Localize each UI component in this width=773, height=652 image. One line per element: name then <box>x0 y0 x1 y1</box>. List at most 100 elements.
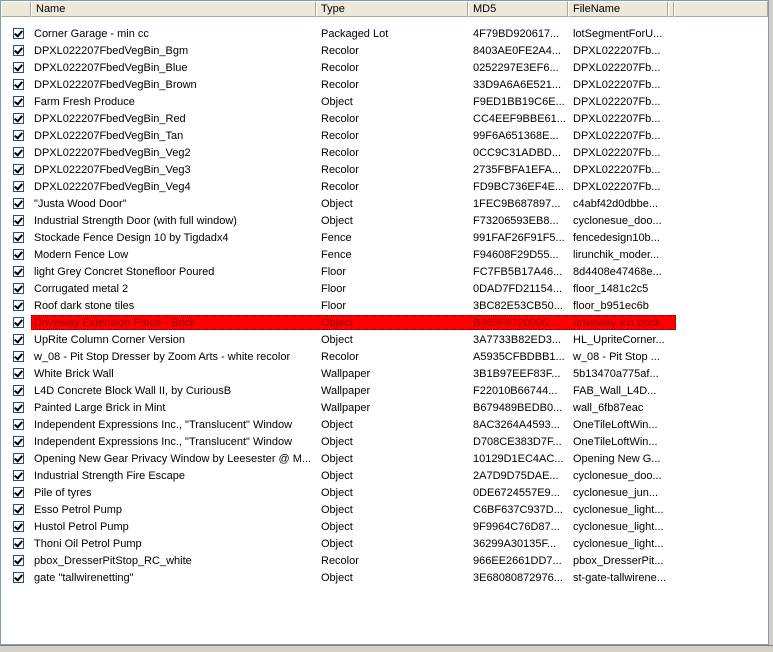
row-md5-cell: 0CC9C31ADBD... <box>473 146 562 159</box>
column-header-check[interactable] <box>1 1 31 17</box>
row-checkbox[interactable] <box>13 368 24 379</box>
row-type-cell: Object <box>321 435 353 448</box>
list-row[interactable]: DPXL022207FbedVegBin_Tan Recolor 99F6A6513… <box>1 127 768 144</box>
row-checkbox[interactable] <box>13 232 24 243</box>
row-checkbox[interactable] <box>13 555 24 566</box>
list-row[interactable]: DPXL022207FbedVegBin_Veg2 Recolor 0CC9C31A… <box>1 144 768 161</box>
list-row[interactable]: Esso Petrol Pump Object C6BF637C937D... cyc… <box>1 501 768 518</box>
list-row[interactable]: DPXL022207FbedVegBin_Red Recolor CC4EEF9BB… <box>1 110 768 127</box>
row-checkbox[interactable] <box>13 300 24 311</box>
row-filename-cell: cyclonesue_light... <box>573 520 664 533</box>
row-md5-cell: CC4EEF9BBE61... <box>473 112 566 125</box>
list-row[interactable]: "Justa Wood Door" Object 1FEC9B687897... c4… <box>1 195 768 212</box>
column-header-type[interactable]: Type <box>316 1 468 17</box>
row-checkbox[interactable] <box>13 62 24 73</box>
list-row[interactable]: DPXL022207FbedVegBin_Veg4 Recolor FD9BC736… <box>1 178 768 195</box>
list-row[interactable]: Thoni Oil Petrol Pump Object 36299A30135F.… <box>1 535 768 552</box>
row-name-cell: Pile of tyres <box>34 486 92 499</box>
row-type-cell: Wallpaper <box>321 401 371 414</box>
package-list-view[interactable]: Name Type MD5 FileName Corner Garage - m… <box>0 0 769 645</box>
row-checkbox[interactable] <box>13 436 24 447</box>
row-checkbox[interactable] <box>13 521 24 532</box>
row-name-cell: Roof dark stone tiles <box>34 299 135 312</box>
column-header-name[interactable]: Name <box>31 1 316 17</box>
list-row[interactable]: DPXL022207FbedVegBin_Veg3 Recolor 2735FBFA… <box>1 161 768 178</box>
list-rows: Corner Garage - min cc Packaged Lot 4F79BD… <box>1 25 768 586</box>
list-row[interactable]: Stockade Fence Design 10 by Tigdadx4 Fenc… <box>1 229 768 246</box>
list-row[interactable]: Industrial Strength Door (with full wind… <box>1 212 768 229</box>
row-md5-cell: FD9BC736EF4E... <box>473 180 565 193</box>
list-row[interactable]: light Grey Concret Stonefloor Poured Floo… <box>1 263 768 280</box>
list-row[interactable]: DPXL022207FbedVegBin_Bgm Recolor 8403AE0FE… <box>1 42 768 59</box>
row-md5-cell: C6BF637C937D... <box>473 503 563 516</box>
row-checkbox[interactable] <box>13 487 24 498</box>
row-checkbox[interactable] <box>13 215 24 226</box>
row-filename-cell: OneTileLoftWin... <box>573 418 658 431</box>
row-md5-cell: F22010B66744... <box>473 384 558 397</box>
row-checkbox[interactable] <box>13 334 24 345</box>
list-row[interactable]: DPXL022207FbedVegBin_Brown Recolor 33D9A6A… <box>1 76 768 93</box>
list-row[interactable]: DPXL022207FbedVegBin_Blue Recolor 0252297E… <box>1 59 768 76</box>
row-filename-cell: DPXL022207Fb... <box>573 95 661 108</box>
row-checkbox[interactable] <box>13 385 24 396</box>
row-checkbox[interactable] <box>13 266 24 277</box>
row-checkbox[interactable] <box>13 419 24 430</box>
row-checkbox[interactable] <box>13 470 24 481</box>
row-checkbox[interactable] <box>13 79 24 90</box>
row-md5-cell: 10129D1EC4AC... <box>473 452 564 465</box>
row-md5-cell: 9F9964C76D87... <box>473 520 560 533</box>
list-row[interactable]: Painted Large Brick in Mint Wallpaper B679… <box>1 399 768 416</box>
row-checkbox[interactable] <box>13 572 24 583</box>
list-row[interactable]: Farm Fresh Produce Object F9ED1BB19C6E... D… <box>1 93 768 110</box>
row-type-cell: Wallpaper <box>321 384 371 397</box>
row-md5-cell: 8AC3264A4593... <box>473 418 560 431</box>
list-row[interactable]: gate "tallwirenetting" Object 3E6808087297… <box>1 569 768 586</box>
row-checkbox[interactable] <box>13 249 24 260</box>
list-row[interactable]: Independent Expressions Inc., "Transluce… <box>1 416 768 433</box>
list-row[interactable]: Corner Garage - min cc Packaged Lot 4F79BD… <box>1 25 768 42</box>
row-md5-cell: 2A7D9D75DAE... <box>473 469 559 482</box>
list-row[interactable]: Roof dark stone tiles Floor 3BC82E53CB50..… <box>1 297 768 314</box>
row-checkbox[interactable] <box>13 198 24 209</box>
row-checkbox[interactable] <box>13 96 24 107</box>
list-row[interactable]: L4D Concrete Block Wall II, by CuriousB W… <box>1 382 768 399</box>
list-row[interactable]: Driveway Extension Piece - Brick Object B4… <box>1 314 768 331</box>
list-row[interactable]: White Brick Wall Wallpaper 3B1B97EEF83F...… <box>1 365 768 382</box>
list-row[interactable]: Corrugated metal 2 Floor 0DAD7FD21154... fl… <box>1 280 768 297</box>
row-filename-cell: lotSegmentForU... <box>573 27 663 40</box>
row-filename-cell: pbox_DresserPit... <box>573 554 664 567</box>
row-name-cell: Corrugated metal 2 <box>34 282 129 295</box>
row-checkbox[interactable] <box>13 181 24 192</box>
row-checkbox[interactable] <box>13 113 24 124</box>
row-type-cell: Object <box>321 316 353 329</box>
list-row[interactable]: Independent Expressions Inc., "Transluce… <box>1 433 768 450</box>
column-header-filename[interactable]: FileName <box>568 1 668 17</box>
row-checkbox[interactable] <box>13 45 24 56</box>
row-checkbox[interactable] <box>13 283 24 294</box>
row-checkbox[interactable] <box>13 402 24 413</box>
row-checkbox[interactable] <box>13 147 24 158</box>
list-row[interactable]: Modern Fence Low Fence F94608F29D55... liru… <box>1 246 768 263</box>
row-checkbox[interactable] <box>13 130 24 141</box>
list-row[interactable]: Industrial Strength Fire Escape Object 2A7… <box>1 467 768 484</box>
row-checkbox[interactable] <box>13 317 24 328</box>
row-checkbox[interactable] <box>13 504 24 515</box>
list-row[interactable]: Opening New Gear Privacy Window by Leese… <box>1 450 768 467</box>
row-checkbox[interactable] <box>13 28 24 39</box>
row-checkbox[interactable] <box>13 453 24 464</box>
row-type-cell: Recolor <box>321 554 359 567</box>
row-checkbox[interactable] <box>13 164 24 175</box>
row-md5-cell: 991FAF26F91F5... <box>473 231 565 244</box>
column-header-md5[interactable]: MD5 <box>468 1 568 17</box>
row-type-cell: Object <box>321 452 353 465</box>
list-row[interactable]: pbox_DresserPitStop_RC_white Recolor 966EE… <box>1 552 768 569</box>
row-md5-cell: F94608F29D55... <box>473 248 559 261</box>
row-checkbox[interactable] <box>13 538 24 549</box>
list-row[interactable]: UpRite Column Corner Version Object 3A7733… <box>1 331 768 348</box>
row-checkbox[interactable] <box>13 351 24 362</box>
row-filename-cell: 8d4408e47468e... <box>573 265 662 278</box>
list-row[interactable]: w_08 - Pit Stop Dresser by Zoom Arts - w… <box>1 348 768 365</box>
list-row[interactable]: Pile of tyres Object 0DE6724557E9... cyclon… <box>1 484 768 501</box>
list-row[interactable]: Hustol Petrol Pump Object 9F9964C76D87... c… <box>1 518 768 535</box>
row-md5-cell: 3B1B97EEF83F... <box>473 367 561 380</box>
